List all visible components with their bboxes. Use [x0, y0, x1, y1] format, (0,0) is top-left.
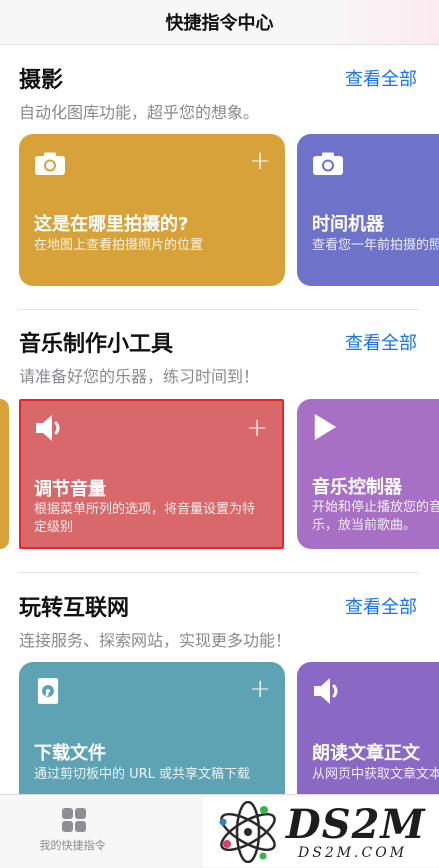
card-description: 查看您一年前拍摄的照片: [312, 238, 439, 253]
nav-bar: 快捷指令中心: [0, 0, 439, 45]
card-title: 时间机器: [312, 214, 384, 235]
shortcut-card-previous[interactable]: [0, 399, 9, 549]
tab-my-shortcuts[interactable]: 我的快捷指令: [0, 795, 145, 868]
section-divider: [19, 309, 419, 310]
section-title: 摄影: [19, 68, 64, 93]
card-title: 音乐控制器: [312, 477, 402, 498]
shortcut-card-time-machine[interactable]: 时间机器 查看您一年前拍摄的照片: [297, 134, 439, 286]
section-title: 音乐制作小工具: [19, 332, 174, 357]
shortcut-card-music-controller[interactable]: 音乐控制器 开始和停止播放您的音乐，放当前歌曲。: [297, 399, 439, 549]
section-subtitle: 请准备好您的乐器，练习时间到！: [19, 367, 260, 386]
card-title: 下载文件: [34, 743, 106, 764]
card-description: 通过剪切板中的 URL 或共享文稿下载: [34, 767, 251, 782]
watermark-subtext: DS2M.COM: [298, 845, 408, 861]
shortcut-card-where-taken[interactable]: + 这是在哪里拍摄的? 在地图上查看拍摄照片的位置: [19, 134, 285, 286]
download-file-icon: [37, 678, 59, 704]
play-icon: [314, 414, 337, 440]
add-shortcut-button[interactable]: +: [249, 148, 271, 174]
card-description: 根据菜单所列的选项，将音量设置为特定级别: [34, 502, 256, 535]
section-subtitle: 自动化图库功能，超乎您的想象。: [19, 103, 260, 122]
see-all-link[interactable]: 查看全部: [345, 329, 417, 355]
shortcut-card-download-file[interactable]: + 下载文件 通过剪切板中的 URL 或共享文稿下载: [19, 662, 285, 794]
section-subtitle: 连接服务、探索网站，实现更多功能！: [19, 631, 292, 650]
shortcut-card-read-article[interactable]: 朗读文章正文 从网页中获取文章文本: [297, 662, 439, 794]
section-title: 玩转互联网: [19, 596, 130, 621]
grid-icon: [62, 808, 86, 832]
card-description: 在地图上查看拍摄照片的位置: [34, 238, 204, 253]
speaker-icon: [36, 415, 60, 441]
add-shortcut-button[interactable]: +: [246, 415, 268, 441]
card-title: 调节音量: [34, 479, 106, 500]
card-title: 这是在哪里拍摄的?: [34, 214, 189, 235]
atom-logo-icon: [219, 801, 276, 863]
card-description: 从网页中获取文章文本: [312, 767, 439, 782]
add-shortcut-button[interactable]: +: [249, 676, 271, 702]
card-description: 开始和停止播放您的音乐，放当前歌曲。: [312, 500, 439, 533]
card-title: 朗读文章正文: [312, 743, 420, 764]
page-title: 快捷指令中心: [165, 13, 274, 34]
tab-label: 我的快捷指令: [39, 839, 106, 852]
camera-icon: [35, 152, 65, 175]
watermark-text: DS2M: [286, 801, 426, 848]
shortcut-card-adjust-volume[interactable]: + 调节音量 根据菜单所列的选项，将音量设置为特定级别: [19, 399, 284, 549]
watermark-logo: DS2M DS2M.COM: [203, 797, 439, 867]
section-divider: [19, 572, 419, 573]
speaker-icon: [314, 678, 338, 704]
see-all-link[interactable]: 查看全部: [345, 65, 417, 91]
camera-icon: [313, 152, 343, 175]
see-all-link[interactable]: 查看全部: [345, 593, 417, 619]
